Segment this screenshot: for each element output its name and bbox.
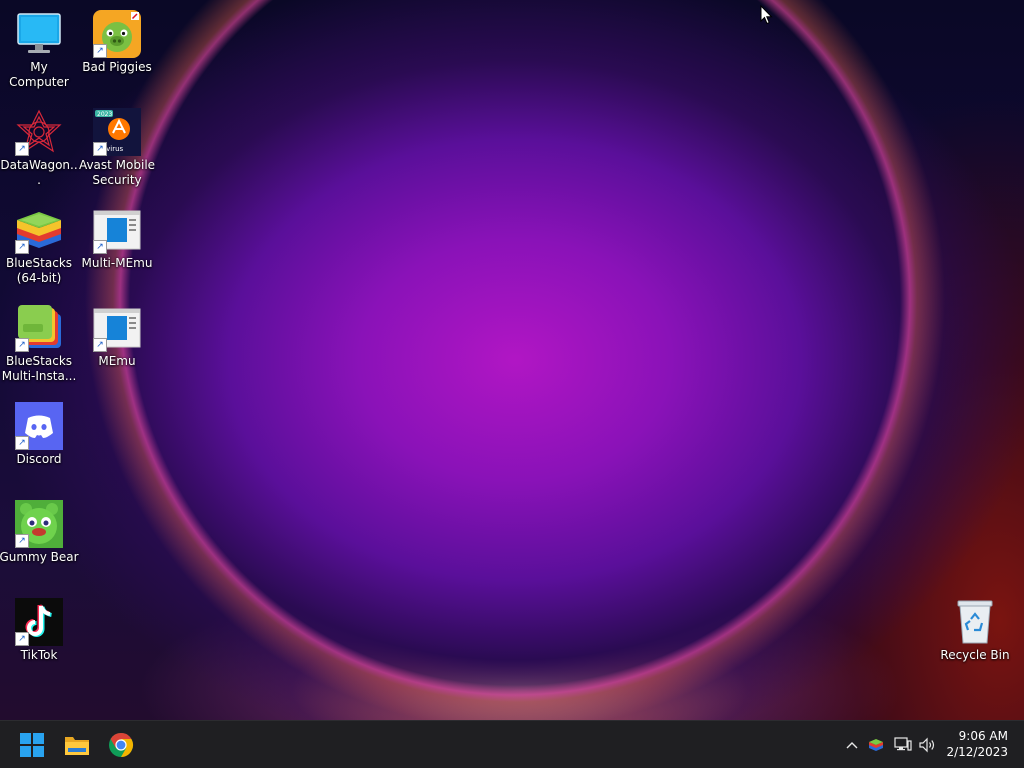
bluestacks-multi-icon: ↗ xyxy=(15,304,63,352)
chevron-up-icon xyxy=(846,742,858,749)
desktop-icon-discord[interactable]: ↗ Discord xyxy=(0,394,79,486)
show-hidden-icons-button[interactable] xyxy=(842,721,862,769)
clock-time: 9:06 AM xyxy=(958,729,1008,743)
folder-icon xyxy=(65,737,89,755)
desktop-icon-label: BlueStacks Multi-Insta... xyxy=(1,354,77,383)
desktop-icon-bluestacks[interactable]: ↗ BlueStacks (64-bit) xyxy=(0,198,79,290)
clock-date: 2/12/2023 xyxy=(946,745,1008,759)
avast-icon: 2023 ntivirus ↗ xyxy=(93,108,141,156)
desktop-icon-label: TikTok xyxy=(20,648,58,662)
desktop-icon-label: MEmu xyxy=(98,354,136,368)
recycle-bin-icon xyxy=(951,598,999,646)
shortcut-arrow-icon: ↗ xyxy=(15,338,29,352)
shortcut-arrow-icon: ↗ xyxy=(93,142,107,156)
desktop-icon-recycle-bin[interactable]: Recycle Bin xyxy=(935,590,1015,682)
desktop-icon-label: BlueStacks (64-bit) xyxy=(5,256,73,285)
tiktok-icon: ↗ xyxy=(15,598,63,646)
shortcut-arrow-icon: ↗ xyxy=(15,632,29,646)
windows-start-icon xyxy=(20,733,44,757)
volume-icon xyxy=(919,737,935,753)
desktop-icon-label: Multi-MEmu xyxy=(81,256,153,270)
desktop-icon-my-computer[interactable]: My Computer xyxy=(0,2,79,94)
gummy-bear-icon: ↗ xyxy=(15,500,63,548)
desktop-icon-memu[interactable]: ↗ MEmu xyxy=(77,296,157,388)
desktop-icon-label: My Computer xyxy=(9,60,69,89)
desktop-icon-label: Recycle Bin xyxy=(940,648,1010,662)
shortcut-arrow-icon: ↗ xyxy=(93,44,107,58)
bluestacks-tray-button[interactable] xyxy=(866,721,886,769)
desktop-icon-avast[interactable]: 2023 ntivirus ↗ Avast Mobile Security xyxy=(77,100,157,192)
start-button[interactable] xyxy=(12,725,52,765)
mouse-cursor-icon xyxy=(760,5,773,25)
shortcut-arrow-icon: ↗ xyxy=(15,240,29,254)
desktop-icon-gummy-bear[interactable]: ↗ Gummy Bear xyxy=(0,492,79,584)
shortcut-arrow-icon: ↗ xyxy=(93,338,107,352)
shortcut-arrow-icon: ↗ xyxy=(15,534,29,548)
memu-icon: ↗ xyxy=(93,206,141,254)
desktop-icon-label: DataWagon... xyxy=(0,158,78,187)
desktop-icon-label: Avast Mobile Security xyxy=(78,158,156,187)
desktop[interactable]: My Computer ↗ Bad Piggies ↗ DataWagon...… xyxy=(0,0,1024,720)
memu-icon: ↗ xyxy=(93,304,141,352)
desktop-icon-label: Bad Piggies xyxy=(82,60,152,74)
chrome-icon xyxy=(109,733,134,757)
desktop-icon-multi-memu[interactable]: ↗ Multi-MEmu xyxy=(77,198,157,290)
shortcut-arrow-icon: ↗ xyxy=(93,240,107,254)
system-clock[interactable]: 9:06 AM 2/12/2023 xyxy=(944,728,1008,760)
shortcut-arrow-icon: ↗ xyxy=(15,142,29,156)
file-explorer-button[interactable] xyxy=(57,725,97,765)
desktop-icon-label: Gummy Bear xyxy=(0,550,79,564)
taskbar: 9:06 AM 2/12/2023 xyxy=(0,720,1024,768)
datawagon-icon: ↗ xyxy=(15,108,63,156)
svg-text:2023: 2023 xyxy=(97,111,112,118)
desktop-icon-bluestacks-multi[interactable]: ↗ BlueStacks Multi-Insta... xyxy=(0,296,79,388)
network-icon xyxy=(894,737,912,751)
desktop-icon-bad-piggies[interactable]: ↗ Bad Piggies xyxy=(77,2,157,94)
monitor-icon xyxy=(15,10,63,58)
bluestacks-tray-icon xyxy=(869,739,883,751)
desktop-icon-label: Discord xyxy=(16,452,62,466)
desktop-icon-tiktok[interactable]: ↗ TikTok xyxy=(0,590,79,682)
chrome-button[interactable] xyxy=(101,725,141,765)
network-button[interactable] xyxy=(892,721,914,769)
discord-icon: ↗ xyxy=(15,402,63,450)
bad-piggies-icon: ↗ xyxy=(93,10,141,58)
volume-button[interactable] xyxy=(917,721,939,769)
shortcut-arrow-icon: ↗ xyxy=(15,436,29,450)
bluestacks-icon: ↗ xyxy=(15,206,63,254)
desktop-icon-datawagon[interactable]: ↗ DataWagon... xyxy=(0,100,79,192)
